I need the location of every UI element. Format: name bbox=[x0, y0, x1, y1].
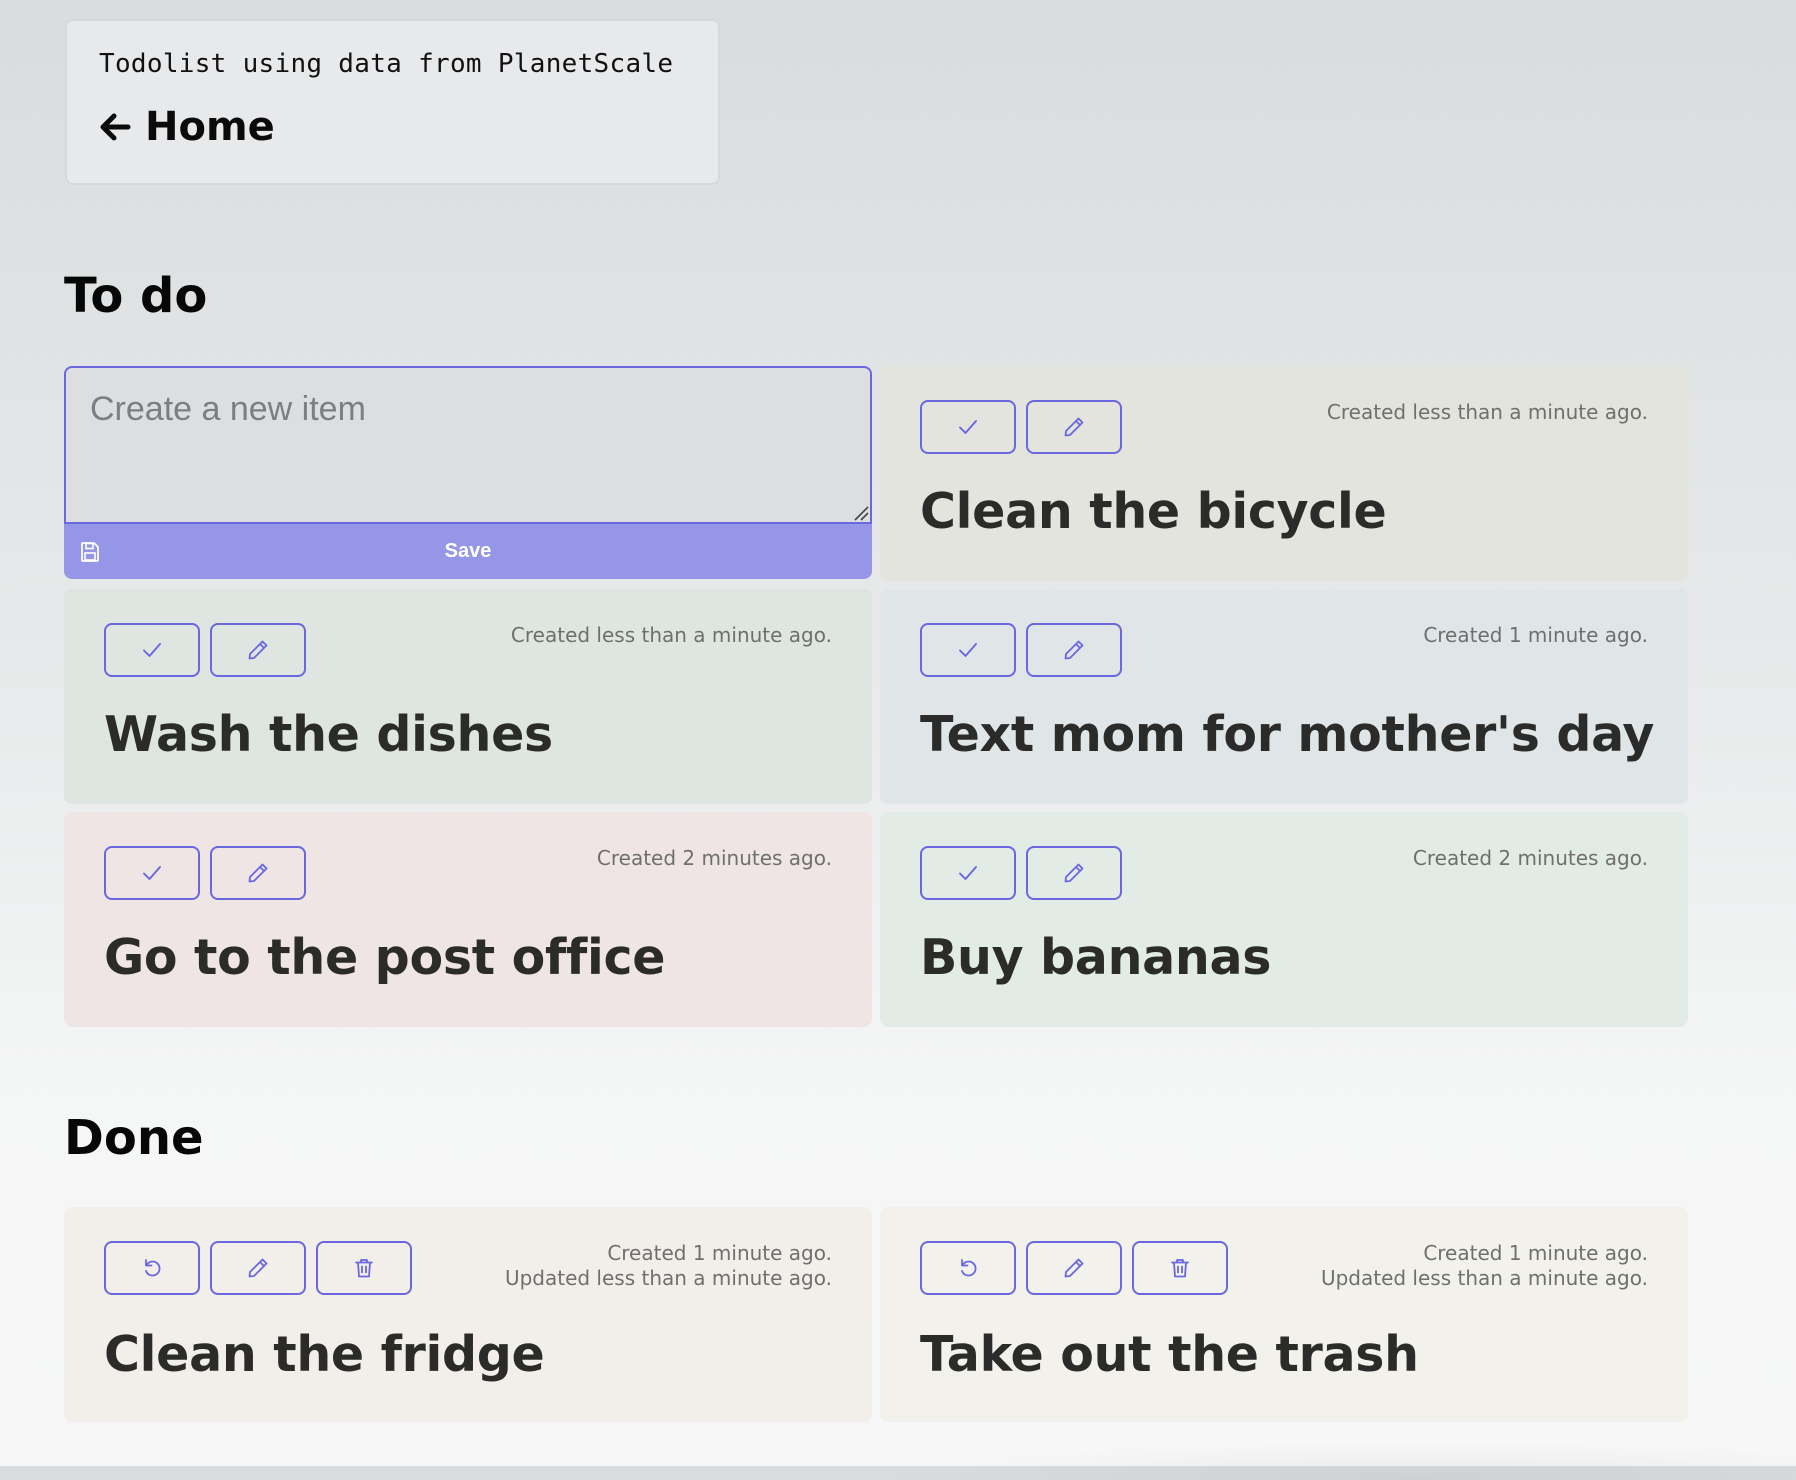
app-subtitle: Todolist using data from PlanetScale bbox=[99, 49, 674, 79]
pencil-icon bbox=[248, 863, 268, 883]
edit-button[interactable] bbox=[1026, 846, 1122, 900]
done-card: Created 1 minute ago. Updated less than a… bbox=[64, 1207, 872, 1422]
pencil-icon bbox=[1064, 640, 1084, 660]
complete-button[interactable] bbox=[920, 846, 1016, 900]
todo-card: Created 2 minutes ago. Go to the post off… bbox=[64, 812, 872, 1027]
card-timestamps: Created 2 minutes ago. bbox=[1413, 846, 1648, 871]
save-button-label: Save bbox=[444, 540, 492, 562]
pencil-icon bbox=[1064, 417, 1084, 437]
done-grid: Created 1 minute ago. Updated less than a… bbox=[64, 1207, 1688, 1422]
done-section-title: Done bbox=[64, 1110, 204, 1166]
arrow-left-icon bbox=[100, 113, 131, 141]
header-card: Todolist using data from PlanetScale Hom… bbox=[65, 19, 720, 185]
card-actions bbox=[920, 400, 1122, 454]
card-timestamps: Created 1 minute ago. Updated less than a… bbox=[505, 1241, 832, 1291]
updated-timestamp: Updated less than a minute ago. bbox=[504, 1266, 832, 1290]
card-timestamps: Created less than a minute ago. bbox=[511, 623, 832, 648]
new-item-input[interactable] bbox=[64, 366, 872, 524]
complete-button[interactable] bbox=[920, 623, 1016, 677]
created-timestamp: Created less than a minute ago. bbox=[1326, 400, 1648, 424]
delete-button[interactable] bbox=[316, 1241, 412, 1295]
undo-icon bbox=[145, 1259, 161, 1277]
complete-button[interactable] bbox=[920, 400, 1016, 454]
new-item-form: Save bbox=[64, 366, 872, 581]
card-actions bbox=[920, 623, 1122, 677]
home-link[interactable]: Home bbox=[99, 104, 718, 150]
card-title: Take out the trash bbox=[920, 1326, 1419, 1383]
card-actions bbox=[920, 1241, 1228, 1295]
card-actions bbox=[920, 846, 1122, 900]
edit-button[interactable] bbox=[1026, 1241, 1122, 1295]
todo-grid: Save Created less than a minute ago. Clea… bbox=[64, 366, 1688, 1027]
pencil-icon bbox=[248, 1258, 268, 1278]
todo-card: Created less than a minute ago. Clean the… bbox=[880, 366, 1688, 581]
resize-handle-icon[interactable] bbox=[853, 505, 869, 521]
card-title: Wash the dishes bbox=[104, 706, 553, 763]
complete-button[interactable] bbox=[104, 623, 200, 677]
save-button[interactable]: Save bbox=[64, 524, 872, 579]
edit-button[interactable] bbox=[210, 623, 306, 677]
created-timestamp: Created 1 minute ago. bbox=[607, 1241, 832, 1265]
todo-card: Created 1 minute ago. Text mom for mother… bbox=[880, 589, 1688, 804]
trash-icon bbox=[1171, 1259, 1189, 1278]
delete-button[interactable] bbox=[1132, 1241, 1228, 1295]
save-icon bbox=[81, 542, 99, 562]
edit-button[interactable] bbox=[210, 846, 306, 900]
updated-timestamp: Updated less than a minute ago. bbox=[1320, 1266, 1648, 1290]
edit-button[interactable] bbox=[1026, 400, 1122, 454]
created-timestamp: Created 2 minutes ago. bbox=[596, 846, 832, 870]
card-title: Clean the fridge bbox=[104, 1326, 545, 1383]
todo-section-title: To do bbox=[64, 268, 208, 324]
card-title: Clean the bicycle bbox=[920, 483, 1387, 540]
check-icon bbox=[959, 643, 977, 657]
created-timestamp: Created less than a minute ago. bbox=[510, 623, 832, 647]
card-timestamps: Created 2 minutes ago. bbox=[597, 846, 832, 871]
created-timestamp: Created 1 minute ago. bbox=[1423, 623, 1648, 647]
restore-button[interactable] bbox=[104, 1241, 200, 1295]
undo-icon bbox=[961, 1259, 977, 1277]
home-link-label: Home bbox=[145, 104, 275, 150]
trash-icon bbox=[355, 1259, 373, 1278]
card-actions bbox=[104, 846, 306, 900]
done-card: Created 1 minute ago. Updated less than a… bbox=[880, 1207, 1688, 1422]
pencil-icon bbox=[1064, 863, 1084, 883]
card-timestamps: Created 1 minute ago. bbox=[1423, 623, 1648, 648]
pencil-icon bbox=[248, 640, 268, 660]
bottom-shadow bbox=[860, 1440, 1796, 1480]
card-title: Text mom for mother's day bbox=[920, 706, 1655, 763]
check-icon bbox=[959, 420, 977, 434]
card-actions bbox=[104, 1241, 412, 1295]
card-title: Buy bananas bbox=[920, 929, 1272, 986]
check-icon bbox=[959, 866, 977, 880]
todo-card: Created 2 minutes ago. Buy bananas bbox=[880, 812, 1688, 1027]
restore-button[interactable] bbox=[920, 1241, 1016, 1295]
check-icon bbox=[143, 643, 161, 657]
card-timestamps: Created less than a minute ago. bbox=[1327, 400, 1648, 425]
card-title: Go to the post office bbox=[104, 929, 666, 986]
complete-button[interactable] bbox=[104, 846, 200, 900]
edit-button[interactable] bbox=[210, 1241, 306, 1295]
todo-card: Created less than a minute ago. Wash the … bbox=[64, 589, 872, 804]
created-timestamp: Created 1 minute ago. bbox=[1423, 1241, 1648, 1265]
edit-button[interactable] bbox=[1026, 623, 1122, 677]
card-timestamps: Created 1 minute ago. Updated less than a… bbox=[1321, 1241, 1648, 1291]
card-actions bbox=[104, 623, 306, 677]
check-icon bbox=[143, 866, 161, 880]
created-timestamp: Created 2 minutes ago. bbox=[1412, 846, 1648, 870]
pencil-icon bbox=[1064, 1258, 1084, 1278]
